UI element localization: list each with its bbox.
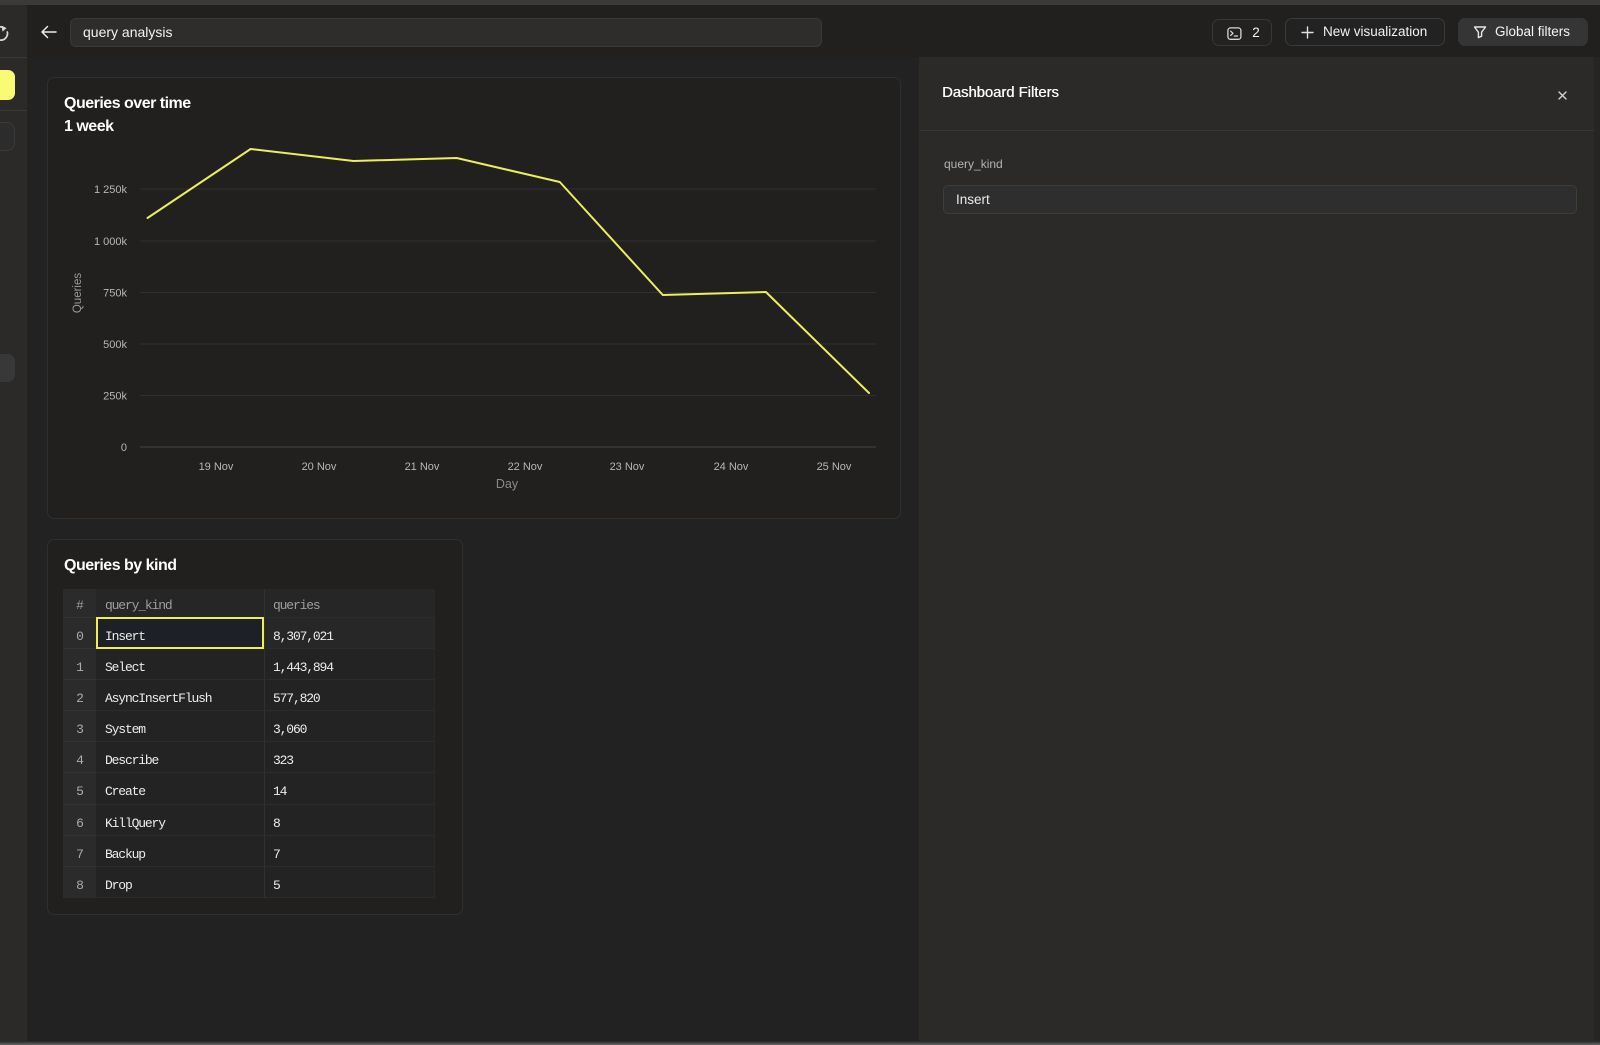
svg-text:Day: Day — [496, 477, 519, 491]
svg-text:19 Nov: 19 Nov — [199, 461, 234, 473]
svg-text:500k: 500k — [103, 339, 127, 351]
svg-text:21 Nov: 21 Nov — [405, 461, 440, 473]
svg-text:20 Nov: 20 Nov — [302, 461, 337, 473]
svg-text:1 000k: 1 000k — [94, 236, 128, 248]
svg-text:25 Nov: 25 Nov — [817, 461, 852, 473]
svg-text:Queries: Queries — [72, 273, 84, 314]
svg-text:0: 0 — [121, 442, 127, 454]
svg-text:1 250k: 1 250k — [94, 184, 128, 196]
svg-text:23 Nov: 23 Nov — [610, 461, 645, 473]
svg-text:22 Nov: 22 Nov — [508, 461, 543, 473]
svg-text:24 Nov: 24 Nov — [714, 461, 749, 473]
svg-text:250k: 250k — [103, 391, 127, 403]
svg-text:750k: 750k — [103, 288, 127, 300]
